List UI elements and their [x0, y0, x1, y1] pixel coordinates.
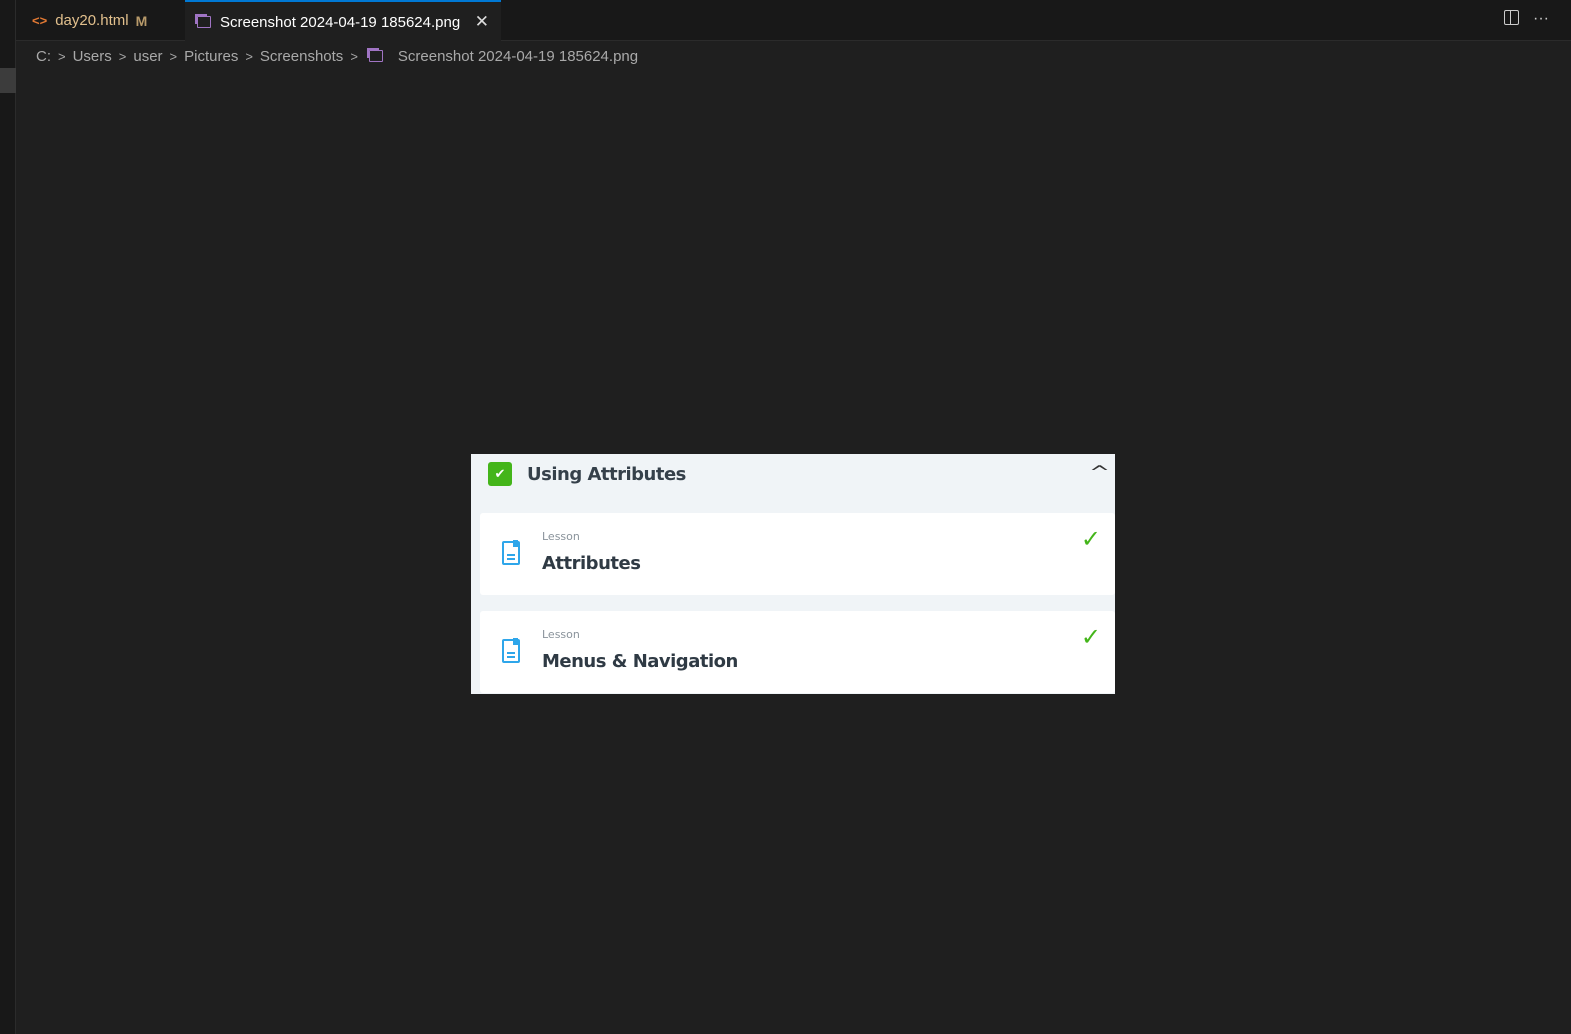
- document-icon: [502, 638, 520, 663]
- activity-strip: [0, 0, 16, 1034]
- close-tab-icon[interactable]: ✕: [475, 12, 489, 32]
- tab-screenshot-png[interactable]: Screenshot 2024-04-19 185624.png ✕: [185, 0, 501, 42]
- chevron-right-icon: >: [118, 48, 127, 64]
- section-title: Using Attributes: [527, 463, 686, 485]
- more-actions-icon[interactable]: ···: [1533, 10, 1549, 28]
- chevron-right-icon: >: [350, 48, 358, 64]
- lesson-type: Lesson: [542, 628, 580, 641]
- tab-bar: <> day20.html M Screenshot 2024-04-19 18…: [16, 0, 1571, 42]
- active-indicator: [0, 68, 16, 93]
- tab-label: Screenshot 2024-04-19 185624.png: [220, 13, 461, 31]
- image-file-icon: [197, 16, 211, 28]
- crumb-file[interactable]: Screenshot 2024-04-19 185624.png: [398, 48, 638, 65]
- lesson-title: Attributes: [542, 553, 641, 574]
- lesson-card: Lesson Menus & Navigation ✓: [480, 611, 1115, 693]
- tab-day20-html[interactable]: <> day20.html M: [16, 0, 185, 41]
- document-icon: [502, 540, 520, 565]
- crumb-drive[interactable]: C:: [36, 48, 51, 65]
- image-preview: ✔ Using Attributes ^ Lesson Attributes ✓…: [471, 454, 1115, 694]
- crumb-screenshots[interactable]: Screenshots: [260, 48, 343, 65]
- completed-checkbox-icon: ✔: [488, 462, 512, 486]
- crumb-user[interactable]: user: [133, 48, 162, 65]
- html-file-icon: <>: [32, 13, 48, 28]
- lesson-type: Lesson: [542, 530, 580, 543]
- tab-label: day20.html: [55, 12, 129, 29]
- crumb-users[interactable]: Users: [73, 48, 112, 65]
- chevron-right-icon: >: [245, 48, 253, 64]
- section-header: ✔ Using Attributes ^: [471, 454, 1115, 494]
- lesson-card: Lesson Attributes ✓: [480, 513, 1115, 595]
- modified-badge: M: [135, 12, 148, 29]
- chevron-right-icon: >: [58, 48, 66, 64]
- chevron-right-icon: >: [169, 48, 178, 64]
- crumb-pictures[interactable]: Pictures: [184, 48, 238, 65]
- lesson-title: Menus & Navigation: [542, 651, 738, 672]
- breadcrumb: C: > Users > user > Pictures > Screenshots > …: [36, 46, 638, 66]
- chevron-up-icon: ^: [1088, 462, 1111, 483]
- check-icon: ✓: [1080, 525, 1101, 553]
- image-file-icon: [368, 50, 383, 62]
- check-icon: ✓: [1080, 623, 1101, 651]
- split-editor-icon[interactable]: [1504, 10, 1520, 25]
